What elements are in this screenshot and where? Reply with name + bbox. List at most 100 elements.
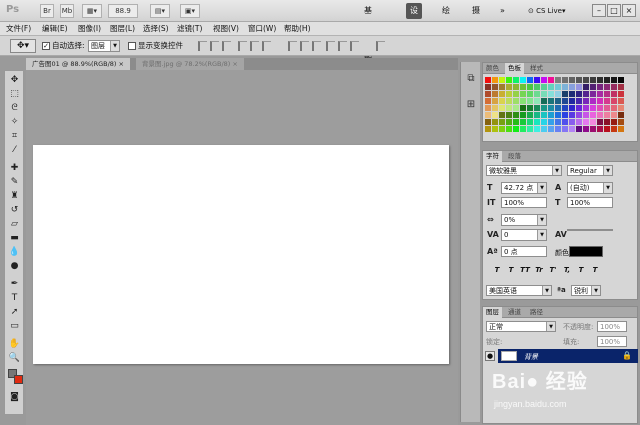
history-panel-icon[interactable]: ⧉ [464,72,478,86]
all-caps-button[interactable]: TT [519,265,531,275]
swatch[interactable] [597,112,603,118]
screen-mode-icon[interactable]: ▣▾ [180,4,200,18]
swatch[interactable] [513,126,519,132]
swatch[interactable] [527,112,533,118]
shape-tool-icon[interactable]: ▭ [8,320,21,332]
swatch[interactable] [548,112,554,118]
swatch[interactable] [604,77,610,83]
swatch[interactable] [555,77,561,83]
swatch[interactable] [590,112,596,118]
swatch[interactable] [618,112,624,118]
swatch[interactable] [534,84,540,90]
fill-field[interactable]: 100% [597,336,627,347]
swatch[interactable] [555,91,561,97]
underline-button[interactable]: T [575,265,587,275]
arrange-documents-icon[interactable]: ▤▾ [150,4,170,18]
swatch[interactable] [569,119,575,125]
swatch[interactable] [485,91,491,97]
swatch[interactable] [520,98,526,104]
swatch[interactable] [541,98,547,104]
swatch[interactable] [583,77,589,83]
swatch[interactable] [618,84,624,90]
swatch[interactable] [534,77,540,83]
hand-tool-icon[interactable]: ✋ [8,338,21,350]
swatch[interactable] [513,77,519,83]
swatch[interactable] [506,77,512,83]
menu-window[interactable]: 窗口(W) [248,22,276,36]
swatch[interactable] [499,98,505,104]
swatch[interactable] [513,91,519,97]
tab-document-1[interactable]: 广告图01 @ 88.9%(RGB/8) × [26,58,130,70]
swatch[interactable] [569,77,575,83]
distribute-top-icon[interactable] [288,41,297,51]
distribute-hcenter-icon[interactable] [338,41,347,51]
move-tool-preset-icon[interactable]: ✥▾ [10,39,36,53]
swatch[interactable] [555,105,561,111]
swatch[interactable] [541,105,547,111]
quick-select-tool-icon[interactable]: ✧ [8,116,21,128]
tab-color[interactable]: 颜色 [483,63,502,74]
menu-view[interactable]: 视图(V) [213,22,239,36]
distribute-bottom-icon[interactable] [312,41,321,51]
move-tool-icon[interactable]: ✥ [8,74,21,86]
swatch[interactable] [541,112,547,118]
swatch[interactable] [583,91,589,97]
swatch[interactable] [562,84,568,90]
workspace-essentials[interactable]: 基本功能 [360,3,376,63]
swatch[interactable] [485,119,491,125]
view-extras-icon[interactable]: ▦▾ [82,4,102,18]
swatch[interactable] [604,112,610,118]
quick-mask-icon[interactable]: ◙ [8,391,21,403]
tab-channels[interactable]: 通道 [505,307,524,318]
swatch[interactable] [562,119,568,125]
swatch[interactable] [492,77,498,83]
swatch[interactable] [492,84,498,90]
swatch[interactable] [555,119,561,125]
swatch[interactable] [541,126,547,132]
swatch[interactable] [583,119,589,125]
close-button[interactable]: × [622,4,636,17]
close-icon[interactable]: × [232,60,237,68]
menu-layer[interactable]: 图层(L) [110,22,135,36]
eraser-tool-icon[interactable]: ▱ [8,218,21,230]
swatch[interactable] [548,77,554,83]
swatch[interactable] [506,126,512,132]
swatch[interactable] [611,77,617,83]
swatch[interactable] [562,105,568,111]
swatch[interactable] [569,112,575,118]
swatch[interactable] [576,91,582,97]
tab-swatches[interactable]: 色板 [505,63,524,74]
antialias-dropdown[interactable]: 锐利 ▼ [571,285,601,296]
kerning-field[interactable]: 0 ▼ [501,229,547,241]
dodge-tool-icon[interactable]: ● [8,260,21,272]
swatch[interactable] [527,105,533,111]
swatch[interactable] [611,105,617,111]
swatch[interactable] [520,119,526,125]
swatch[interactable] [576,105,582,111]
swatch[interactable] [562,126,568,132]
swatch[interactable] [499,112,505,118]
swatch[interactable] [541,91,547,97]
swatch[interactable] [492,91,498,97]
swatch[interactable] [576,98,582,104]
vertical-scale-field[interactable]: 100% [501,197,547,208]
swatch[interactable] [590,77,596,83]
distribute-left-icon[interactable] [326,41,335,51]
swatch[interactable] [513,112,519,118]
swatch[interactable] [562,98,568,104]
swatch[interactable] [597,119,603,125]
tab-paragraph[interactable]: 段落 [505,151,524,162]
faux-italic-button[interactable]: T [505,265,517,275]
faux-bold-button[interactable]: T [491,265,503,275]
background-color-swatch[interactable] [14,375,23,384]
swatch[interactable] [583,112,589,118]
leading-field[interactable]: (自动) ▼ [567,182,613,194]
actions-panel-icon[interactable]: ⊞ [464,98,478,112]
distribute-right-icon[interactable] [350,41,359,51]
marquee-tool-icon[interactable]: ⬚ [8,88,21,100]
language-dropdown[interactable]: 美国英语 ▼ [486,285,552,296]
swatch[interactable] [492,105,498,111]
swatch[interactable] [569,98,575,104]
swatch[interactable] [485,84,491,90]
swatch[interactable] [597,126,603,132]
